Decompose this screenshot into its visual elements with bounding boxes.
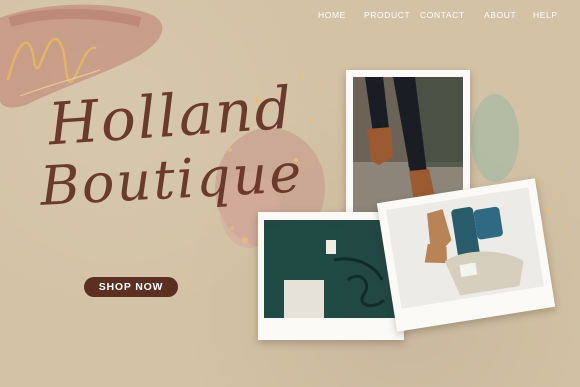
- nav-home-link[interactable]: HOME: [318, 10, 346, 20]
- nav-help-link[interactable]: HELP: [533, 10, 558, 20]
- nav-product-link[interactable]: PRODUCT: [364, 10, 410, 20]
- top-navigation: HOME PRODUCT CONTACT ABOUT HELP: [0, 10, 580, 24]
- polaroid-flatlay: [376, 178, 556, 332]
- photo-flatlay: [385, 187, 544, 309]
- nav-about-link[interactable]: ABOUT: [484, 10, 516, 20]
- shop-now-button[interactable]: SHOP NOW: [84, 277, 178, 297]
- flatlay-illustration: [385, 187, 544, 309]
- nav-contact-link[interactable]: CONTACT: [420, 10, 465, 20]
- photo-green-sweater: [264, 220, 398, 318]
- sweater-illustration: [264, 220, 398, 318]
